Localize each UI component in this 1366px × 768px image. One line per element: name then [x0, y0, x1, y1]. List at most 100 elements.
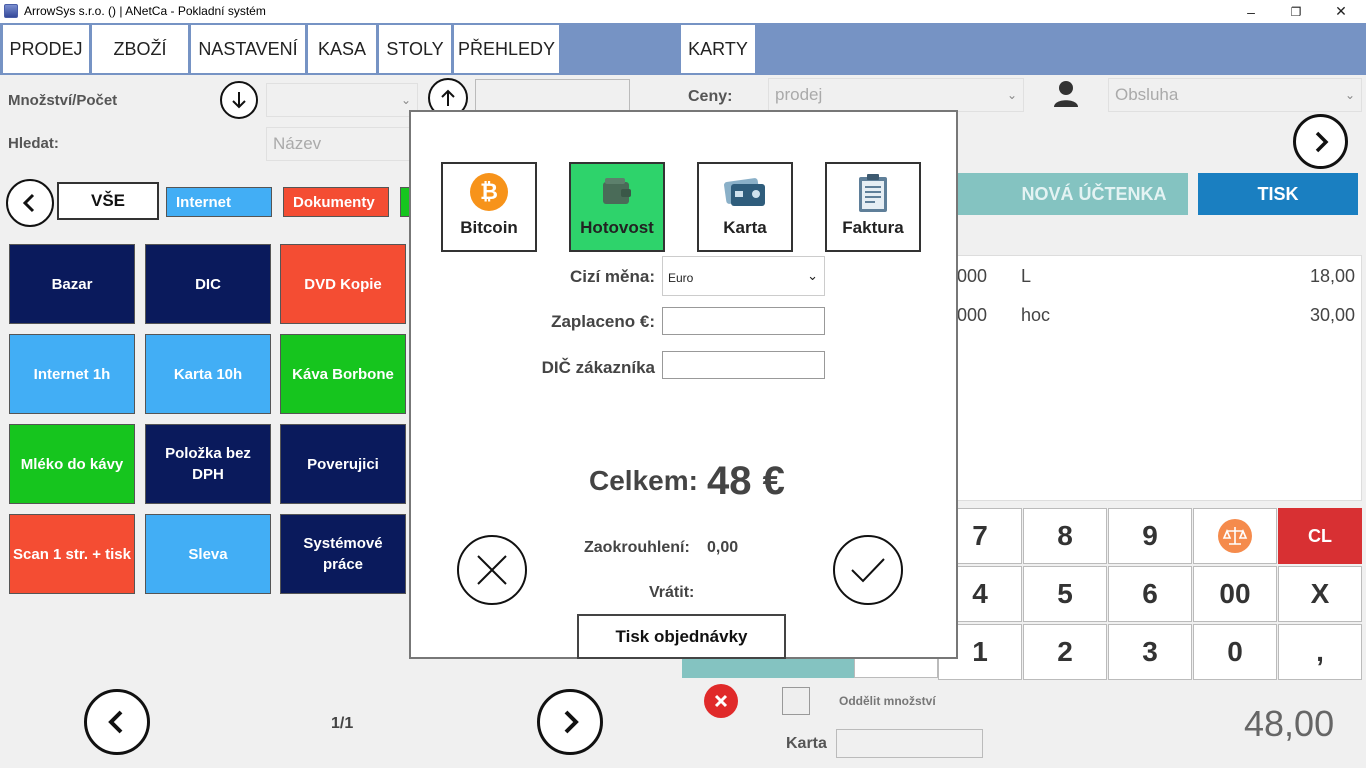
new-receipt-button[interactable]: NOVÁ ÚČTENKA — [940, 173, 1188, 215]
confirm-payment-button[interactable] — [833, 535, 903, 605]
user-icon — [1053, 80, 1079, 108]
close-icon — [714, 694, 728, 708]
split-quantity-checkbox[interactable] — [782, 687, 810, 715]
keypad-6[interactable]: 6 — [1108, 566, 1192, 622]
customer-dic-label: DIČ zákazníka — [541, 358, 655, 377]
product-tile[interactable]: DVD Kopie — [280, 244, 406, 324]
print-order-button[interactable]: Tisk objednávky — [577, 614, 786, 659]
delete-line-button[interactable] — [704, 684, 738, 718]
paid-label: Zaplaceno €: — [551, 312, 655, 331]
product-tile[interactable]: DIC — [145, 244, 271, 324]
tab-kasa[interactable]: KASA — [308, 25, 376, 73]
payment-invoice-label: Faktura — [842, 218, 904, 237]
paid-input[interactable] — [662, 307, 825, 335]
keypad-8[interactable]: 8 — [1023, 508, 1107, 564]
receipt-line-name: hoc — [1021, 305, 1051, 325]
print-button[interactable]: TISK — [1198, 173, 1358, 215]
chevron-left-icon — [22, 193, 35, 213]
category-internet[interactable]: Internet — [166, 187, 272, 217]
rounding-value: 0,00 — [707, 539, 739, 556]
credit-card-icon — [724, 178, 765, 206]
chevron-left-icon — [108, 710, 123, 734]
scale-button[interactable] — [1193, 508, 1277, 564]
product-tile[interactable]: Sleva — [145, 514, 271, 594]
service-select[interactable]: Obsluha ⌄ — [1108, 78, 1362, 112]
window-title: ArrowSys s.r.o. () | ANetCa - Pokladní s… — [24, 4, 266, 18]
total-value: 48 € — [707, 459, 785, 503]
payment-card-button[interactable]: Karta — [697, 162, 793, 252]
product-tile[interactable]: Káva Borbone — [280, 334, 406, 414]
wallet-icon — [603, 178, 631, 204]
payment-bitcoin-button[interactable]: ₿ Bitcoin — [441, 162, 537, 252]
customer-dic-input[interactable] — [662, 351, 825, 379]
product-tile[interactable]: Bazar — [9, 244, 135, 324]
payment-invoice-button[interactable]: Faktura — [825, 162, 921, 252]
checkmark-icon — [851, 558, 885, 583]
product-tile[interactable]: Mléko do kávy — [9, 424, 135, 504]
tab-zbozi[interactable]: ZBOŽÍ — [92, 25, 188, 73]
keypad-comma[interactable]: , — [1278, 624, 1362, 680]
prices-label: Ceny: — [688, 88, 733, 105]
next-button[interactable] — [1293, 114, 1348, 169]
cancel-payment-button[interactable] — [457, 535, 527, 605]
tab-nastaveni[interactable]: NASTAVENÍ — [191, 25, 305, 73]
currency-label: Cizí měna: — [569, 267, 655, 286]
maximize-button[interactable]: ❐ — [1273, 0, 1319, 23]
close-icon — [477, 555, 507, 585]
keypad-00[interactable]: 00 — [1193, 566, 1277, 622]
category-prev-button[interactable] — [6, 179, 54, 227]
arrow-down-icon — [232, 92, 246, 109]
keypad-3[interactable]: 3 — [1108, 624, 1192, 680]
chevron-down-icon: ⌄ — [400, 93, 411, 107]
quantity-label: Množství/Počet — [8, 92, 118, 109]
page-next-button[interactable] — [537, 689, 603, 755]
close-window-button[interactable]: ✕ — [1318, 0, 1364, 23]
keypad-2[interactable]: 2 — [1023, 624, 1107, 680]
prices-select[interactable]: prodej ⌄ — [768, 78, 1024, 112]
scale-icon — [1218, 519, 1252, 553]
arrow-down-button[interactable] — [220, 81, 258, 119]
quantity-input[interactable] — [475, 79, 630, 111]
product-tile[interactable]: Systémové práce — [280, 514, 406, 594]
product-tile[interactable]: Položka bez DPH — [145, 424, 271, 504]
quantity-select[interactable]: ⌄ — [266, 83, 418, 117]
currency-select[interactable]: Euro ⌄ — [662, 256, 825, 296]
keypad-0[interactable]: 0 — [1193, 624, 1277, 680]
chevron-down-icon: ⌄ — [1006, 88, 1017, 102]
keypad-multiply[interactable]: X — [1278, 566, 1362, 622]
clear-button[interactable]: CL — [1278, 508, 1362, 564]
receipt-line[interactable]: 000 L 18,00 — [941, 266, 1361, 296]
receipt-line-price: 30,00 — [1309, 305, 1355, 325]
category-vse[interactable]: VŠE — [57, 182, 159, 220]
tab-stoly[interactable]: STOLY — [379, 25, 451, 73]
keypad-9[interactable]: 9 — [1108, 508, 1192, 564]
product-tile[interactable]: Karta 10h — [145, 334, 271, 414]
payment-cash-button[interactable]: Hotovost — [569, 162, 665, 252]
receipt-line-qty: 000 — [957, 266, 988, 286]
receipt-list: 000 L 18,00 000 hoc 30,00 — [940, 255, 1362, 501]
title-bar: ArrowSys s.r.o. () | ANetCa - Pokladní s… — [0, 0, 1366, 23]
receipt-total: 48,00 — [1244, 703, 1335, 744]
page-prev-button[interactable] — [84, 689, 150, 755]
category-dokumenty[interactable]: Dokumenty — [283, 187, 389, 217]
search-by-select[interactable]: Název — [266, 127, 418, 161]
card-label: Karta — [786, 735, 827, 752]
keypad-5[interactable]: 5 — [1023, 566, 1107, 622]
chevron-down-icon: ⌄ — [807, 268, 818, 283]
prices-value: prodej — [775, 85, 823, 104]
tab-karty[interactable]: KARTY — [681, 25, 755, 73]
tab-prehledy[interactable]: PŘEHLEDY — [454, 25, 559, 73]
product-tile[interactable]: Scan 1 str. + tisk — [9, 514, 135, 594]
page-indicator: 1/1 — [331, 715, 354, 732]
card-input[interactable] — [836, 729, 983, 758]
currency-value: Euro — [668, 271, 694, 285]
tab-prodej[interactable]: PRODEJ — [3, 25, 89, 73]
return-label: Vrátit: — [649, 584, 695, 601]
product-tile[interactable]: Internet 1h — [9, 334, 135, 414]
service-value: Obsluha — [1115, 85, 1179, 104]
minimize-button[interactable]: – — [1228, 0, 1274, 23]
split-quantity-label: Oddělit množství — [839, 694, 936, 708]
payment-bitcoin-label: Bitcoin — [460, 218, 518, 237]
product-tile[interactable]: Poverujici — [280, 424, 406, 504]
receipt-line[interactable]: 000 hoc 30,00 — [941, 305, 1361, 335]
